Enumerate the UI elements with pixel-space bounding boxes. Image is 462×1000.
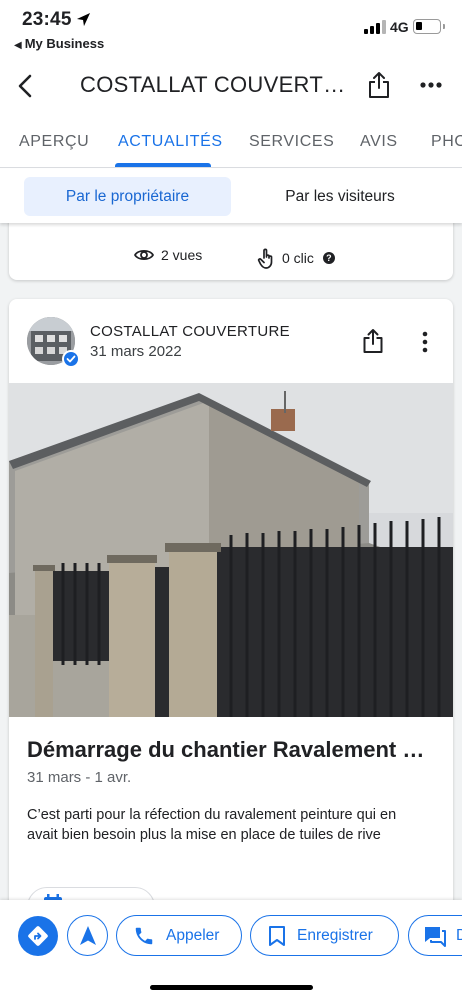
location-arrow-icon <box>76 12 91 27</box>
post-date-range: 31 mars - 1 avr. <box>27 769 132 786</box>
event-chip[interactable] <box>27 887 155 900</box>
post-source-filter: Par le propriétaire Par les visiteurs <box>0 169 462 223</box>
views-count: 2 vues <box>161 247 203 263</box>
call-label: Appeler <box>166 926 220 944</box>
tab-photos[interactable]: PHOTOS <box>431 133 462 151</box>
tab-services[interactable]: SERVICES <box>249 133 334 151</box>
post-business-name[interactable]: COSTALLAT COUVERTURE <box>90 323 290 340</box>
message-button[interactable]: D <box>408 915 462 956</box>
share-icon[interactable] <box>366 71 392 99</box>
touch-icon <box>257 248 273 269</box>
more-vertical-icon[interactable] <box>421 331 429 353</box>
directions-icon <box>28 926 48 946</box>
tab-avis[interactable]: AVIS <box>360 133 398 151</box>
save-button[interactable]: Enregistrer <box>250 915 399 956</box>
battery-icon <box>413 19 445 34</box>
start-navigation-button[interactable] <box>67 915 108 956</box>
post-photo[interactable] <box>9 383 453 717</box>
call-button[interactable]: Appeler <box>116 915 242 956</box>
eye-icon <box>134 249 154 261</box>
help-icon[interactable]: ? <box>322 252 335 264</box>
phone-icon <box>135 927 153 944</box>
message-label: D <box>456 926 462 944</box>
bookmark-icon <box>269 925 285 946</box>
more-horizontal-icon[interactable] <box>418 74 444 96</box>
status-bar: 23:45 ◀ My Business 4G <box>0 0 462 56</box>
home-indicator[interactable] <box>150 985 313 990</box>
directions-button[interactable] <box>18 916 58 956</box>
signal-icon <box>364 20 386 34</box>
back-app-label: My Business <box>24 36 105 51</box>
network-type: 4G <box>390 19 409 35</box>
verified-icon <box>62 350 80 368</box>
page-title: COSTALLAT COUVERTURE <box>80 72 350 97</box>
back-arrow-icon[interactable] <box>12 72 40 100</box>
filter-owner-button[interactable]: Par le propriétaire <box>24 177 231 216</box>
share-icon[interactable] <box>361 328 385 354</box>
post-title[interactable]: Démarrage du chantier Ravalement peintur… <box>27 737 437 763</box>
clock: 23:45 <box>22 9 72 30</box>
message-icon <box>425 926 446 947</box>
active-tab-indicator <box>115 163 211 167</box>
app-bar: COSTALLAT COUVERTURE <box>0 60 462 112</box>
navigation-icon <box>79 925 96 945</box>
save-label: Enregistrer <box>297 926 373 944</box>
clicks-count: 0 clic <box>282 250 314 266</box>
clicks-stat: 0 clic ? <box>257 247 335 269</box>
views-stat: 2 vues <box>134 247 202 263</box>
tab-bar: APERÇU ACTUALITÉS SERVICES AVIS PHOTOS <box>0 118 462 168</box>
tab-actualites[interactable]: ACTUALITÉS <box>118 133 223 151</box>
post-date: 31 mars 2022 <box>90 343 182 360</box>
previous-post-stats-card: 2 vues 0 clic ? <box>9 223 453 280</box>
filter-visitors-button[interactable]: Par les visiteurs <box>240 177 440 216</box>
tab-apercu[interactable]: APERÇU <box>19 133 89 151</box>
back-to-app-link[interactable]: ◀ My Business <box>14 36 104 51</box>
posts-feed: 2 vues 0 clic ? COSTALLAT COUVERTURE 31 … <box>0 223 462 900</box>
post-card: COSTALLAT COUVERTURE 31 mars 2022 Démarr… <box>9 299 453 900</box>
post-description: C’est parti pour la réfection du ravalem… <box>27 807 397 843</box>
action-bar: Appeler Enregistrer D <box>0 900 462 1000</box>
